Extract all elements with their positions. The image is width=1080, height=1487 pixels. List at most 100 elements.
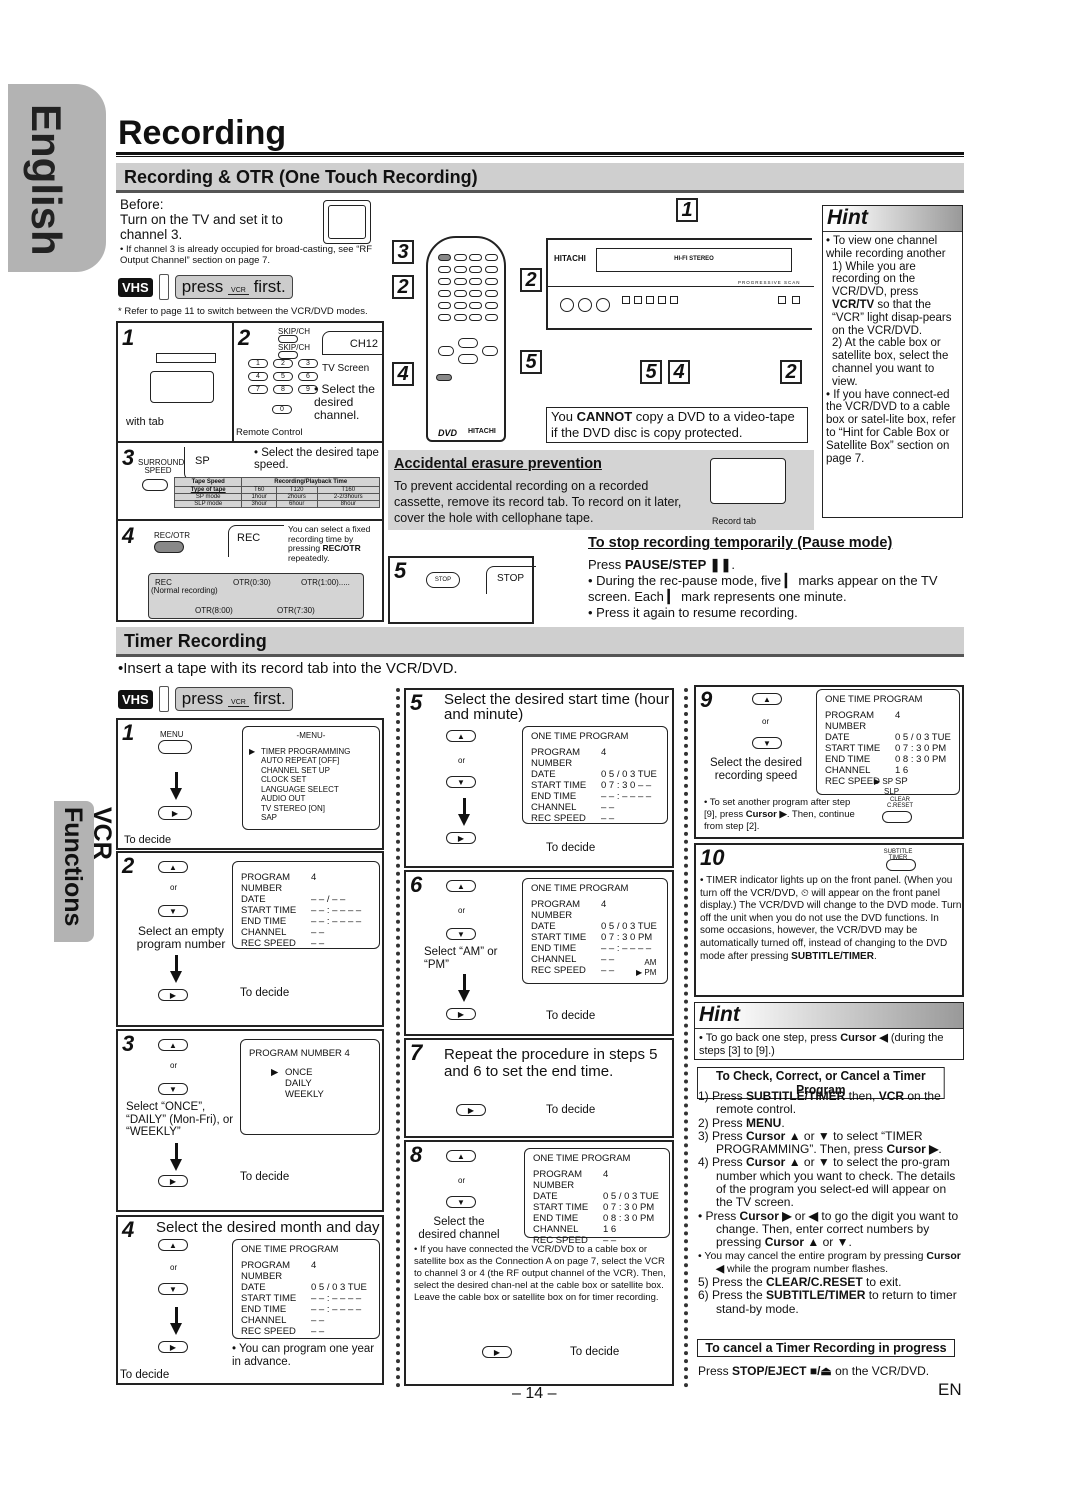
option-sp[interactable]: ▶ SP	[874, 777, 899, 787]
screen-field-value: 0 8 : 3 0 PM	[895, 754, 947, 765]
menu-item-audio-out[interactable]: AUDIO OUT	[261, 794, 371, 804]
remote-key[interactable]	[469, 278, 482, 285]
rec-otr-front-button[interactable]	[670, 296, 678, 304]
arrow-down-icon	[170, 955, 182, 983]
cursor-right-button[interactable]: ▶	[446, 832, 476, 844]
cursor-down-button[interactable]: ▼	[158, 905, 188, 917]
eject-button[interactable]	[484, 254, 498, 261]
remote-key[interactable]	[453, 278, 467, 285]
surround-button[interactable]	[453, 254, 467, 261]
remote-key[interactable]	[453, 266, 467, 273]
remote-key[interactable]	[484, 278, 498, 285]
remote-key[interactable]	[469, 302, 482, 309]
rec-otr-button[interactable]	[154, 541, 184, 553]
ffwd-button[interactable]	[482, 346, 498, 356]
remote-key[interactable]	[484, 302, 498, 309]
option-slp[interactable]: SLP	[874, 787, 899, 797]
cursor-down-button[interactable]: ▼	[446, 1196, 476, 1208]
option-weekly[interactable]: WEEKLY	[285, 1089, 371, 1100]
ffwd-front-button[interactable]	[634, 296, 642, 304]
key-3[interactable]: 3	[298, 359, 318, 368]
power-button[interactable]	[438, 254, 451, 261]
menu-item-clock-set[interactable]: CLOCK SET	[261, 775, 371, 785]
remote-key[interactable]	[438, 290, 451, 297]
cursor-up-button[interactable]: ▲	[446, 730, 476, 742]
option-once[interactable]: ONCE	[285, 1067, 371, 1078]
cursor-down-button[interactable]: ▼	[446, 928, 476, 940]
remote-key[interactable]	[438, 302, 451, 309]
hint-text: • To go back one step, press	[699, 1032, 841, 1044]
option-daily[interactable]: DAILY	[285, 1078, 371, 1089]
remote-key[interactable]	[469, 266, 482, 273]
remote-key[interactable]	[438, 314, 451, 321]
cursor-down-button[interactable]: ▼	[158, 1283, 188, 1295]
key-7[interactable]: 7	[248, 385, 268, 394]
tv-screen-label: TV Screen	[322, 363, 370, 374]
option-pm[interactable]: ▶ PM	[636, 968, 656, 978]
rewind-button[interactable]	[438, 346, 454, 356]
cursor-right-button[interactable]: ▶	[158, 989, 188, 1001]
stop-button[interactable]	[458, 354, 478, 364]
cursor-down-button[interactable]: ▼	[752, 737, 782, 749]
skip-ch-down-button[interactable]	[278, 351, 298, 359]
remote-key[interactable]	[453, 314, 467, 321]
key-4[interactable]: 4	[248, 372, 268, 381]
key-2[interactable]: 2	[273, 359, 293, 368]
remote-key[interactable]	[469, 314, 482, 321]
remote-key[interactable]	[453, 290, 467, 297]
cursor-right-button[interactable]: ▶	[456, 1104, 486, 1116]
surround-speed-button[interactable]	[142, 479, 168, 491]
remote-key[interactable]	[438, 278, 451, 285]
cursor-right-button[interactable]: ▶	[158, 1175, 188, 1187]
cursor-up-button[interactable]: ▲	[446, 880, 476, 892]
menu-item-auto-repeat[interactable]: AUTO REPEAT [OFF]	[261, 756, 371, 766]
menu-button[interactable]	[158, 740, 192, 754]
remote-key[interactable]	[484, 266, 498, 273]
cursor-down-button[interactable]: ▼	[158, 1083, 188, 1095]
step-number: 3	[122, 445, 135, 470]
subtitle-timer-button[interactable]	[886, 859, 916, 871]
cursor-right-button[interactable]: ▶	[158, 1341, 188, 1353]
key-0[interactable]: 0	[272, 405, 292, 414]
audio-button[interactable]	[469, 254, 482, 261]
menu-item-tv-stereo[interactable]: TV STEREO [ON]	[261, 804, 371, 814]
cursor-up-button[interactable]: ▲	[752, 693, 782, 705]
option-am[interactable]: AM	[636, 958, 656, 968]
channel-up-button[interactable]	[792, 296, 800, 304]
cursor-up-button[interactable]: ▲	[446, 1150, 476, 1162]
menu-item-timer-programming[interactable]: TIMER PROGRAMMING	[261, 747, 371, 757]
remote-key[interactable]	[484, 314, 498, 321]
remote-key[interactable]	[469, 290, 482, 297]
cursor-down-button[interactable]: ▼	[446, 776, 476, 788]
cursor-right-button[interactable]: ▶	[446, 1008, 476, 1020]
cursor-up-button[interactable]: ▲	[158, 1039, 188, 1051]
menu-item-channel-setup[interactable]: CHANNEL SET UP	[261, 766, 371, 776]
stop-remote-button[interactable]: STOP	[426, 572, 460, 588]
key-8[interactable]: 8	[273, 385, 293, 394]
key-6[interactable]: 6	[298, 372, 318, 381]
remote-key[interactable]	[453, 302, 467, 309]
menu-item-language-select[interactable]: LANGUAGE SELECT	[261, 785, 371, 795]
callout-4: 4	[668, 360, 690, 384]
hint-title: Hint	[823, 206, 962, 232]
clear-reset-button[interactable]	[882, 811, 912, 823]
stop-eject-button[interactable]	[646, 296, 654, 304]
cursor-up-button[interactable]: ▲	[158, 1239, 188, 1251]
screen-field-label: PROGRAM NUMBER	[533, 1169, 583, 1191]
cursor-right-button[interactable]: ▶	[482, 1346, 512, 1358]
play-button[interactable]	[458, 338, 478, 348]
cursor-right-button[interactable]: ▶	[158, 806, 192, 820]
channel-down-button[interactable]	[778, 296, 786, 304]
skip-ch-up-button[interactable]	[278, 335, 298, 343]
menu-item-sap[interactable]: SAP	[261, 813, 371, 823]
rec-otr-remote-button[interactable]	[436, 374, 452, 381]
cursor-up-button[interactable]: ▲	[158, 861, 188, 873]
key-5[interactable]: 5	[273, 372, 293, 381]
table-cell: SP mode	[173, 493, 243, 501]
rew-button[interactable]	[622, 296, 630, 304]
remote-key[interactable]	[438, 266, 451, 273]
to-decide-label: To decide	[240, 987, 290, 999]
play-front-button[interactable]	[658, 296, 666, 304]
key-1[interactable]: 1	[248, 359, 268, 368]
remote-key[interactable]	[484, 290, 498, 297]
